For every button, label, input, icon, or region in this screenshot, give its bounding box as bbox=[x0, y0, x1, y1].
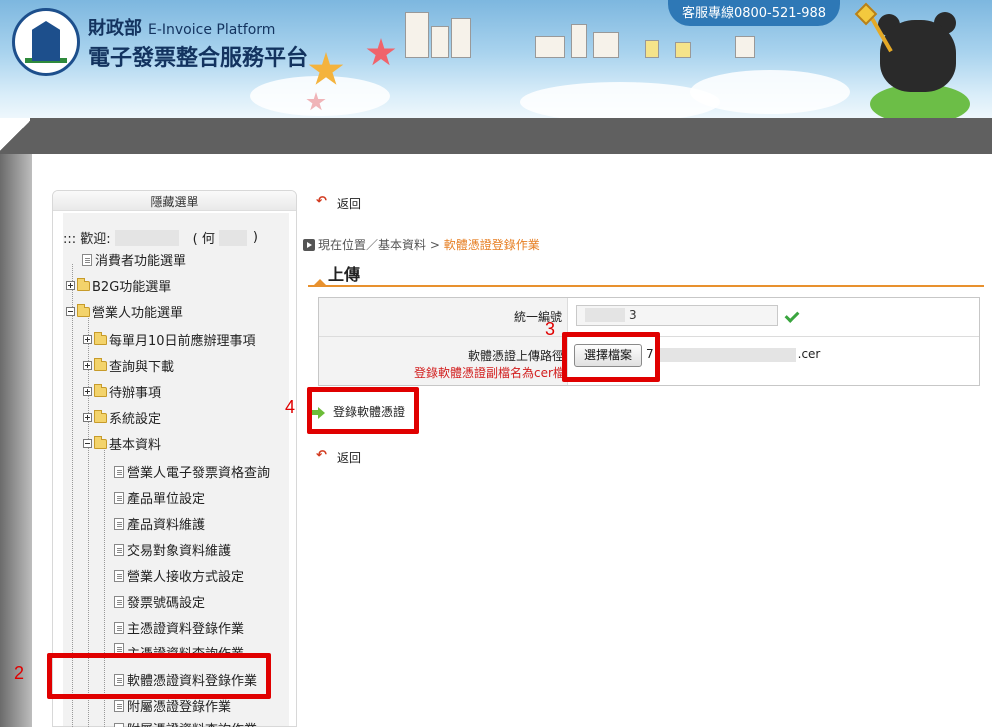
document-icon bbox=[114, 543, 124, 556]
document-icon bbox=[114, 465, 124, 478]
redacted-name bbox=[218, 229, 247, 246]
hotline-badge: 客服專線0800-521-988 bbox=[668, 0, 840, 26]
folder-open-icon bbox=[94, 435, 107, 449]
star-icon bbox=[366, 38, 396, 66]
annotation-number-2: 2 bbox=[14, 663, 25, 683]
back-link-top[interactable]: 返回 bbox=[316, 194, 361, 212]
menu-item-basic-data[interactable]: 基本資料 bbox=[83, 434, 161, 453]
document-icon bbox=[114, 699, 124, 712]
menu-item-receive-method[interactable]: 營業人接收方式設定 bbox=[114, 566, 244, 585]
redacted-name bbox=[114, 229, 179, 246]
folder-icon bbox=[94, 357, 107, 371]
document-icon bbox=[82, 253, 92, 266]
expand-icon[interactable] bbox=[83, 361, 92, 370]
left-edge-strip bbox=[0, 154, 32, 727]
menu-item-consumer[interactable]: 消費者功能選單 bbox=[82, 250, 186, 269]
ministry-seal-logo bbox=[12, 8, 80, 76]
collapse-icon[interactable] bbox=[66, 307, 75, 316]
cloud-decoration bbox=[520, 82, 720, 118]
menu-item-product-data[interactable]: 產品資料維護 bbox=[114, 514, 205, 533]
site-header: 財政部 E-Invoice Platform 電子發票整合服務平台 客服專線080… bbox=[0, 0, 992, 118]
menu-item-invoice-number[interactable]: 發票號碼設定 bbox=[114, 592, 205, 611]
menu-item-query-download[interactable]: 查詢與下載 bbox=[83, 356, 174, 375]
document-icon bbox=[114, 517, 124, 530]
section-title: 上傳 bbox=[328, 265, 361, 284]
redacted-filename bbox=[655, 347, 796, 362]
document-icon bbox=[114, 595, 124, 608]
welcome-text: ::: 歡迎: ( 何 ) bbox=[63, 229, 258, 247]
menu-item-system-settings[interactable]: 系統設定 bbox=[83, 408, 161, 427]
menu-item-einvoice-qualification[interactable]: 營業人電子發票資格查詢 bbox=[114, 462, 270, 481]
breadcrumb: 現在位置／基本資料 > 軟體憑證登錄作業 bbox=[303, 236, 540, 253]
folder-icon bbox=[77, 277, 90, 291]
breadcrumb-arrow-icon bbox=[303, 238, 315, 251]
document-icon bbox=[114, 569, 124, 582]
platform-title: 電子發票整合服務平台 bbox=[88, 46, 309, 71]
expand-icon[interactable] bbox=[83, 387, 92, 396]
breadcrumb-current: 軟體憑證登錄作業 bbox=[443, 238, 540, 252]
agency-title: 財政部 E-Invoice Platform bbox=[88, 18, 276, 39]
document-icon bbox=[114, 491, 124, 504]
cert-path-label: 軟體憑證上傳路徑 bbox=[468, 349, 565, 363]
menu-item-main-cert-register[interactable]: 主憑證資料登錄作業 bbox=[114, 618, 244, 637]
hide-menu-toggle[interactable]: 隱藏選單 bbox=[53, 191, 296, 211]
folder-open-icon bbox=[77, 303, 90, 317]
tax-id-field[interactable]: 3 bbox=[576, 305, 778, 326]
menu-item-sub-cert-query[interactable]: 附屬憑證資料查詢作業 bbox=[114, 719, 257, 727]
mascot-bear-illustration bbox=[854, 2, 972, 118]
selected-file-name: 7 .cer bbox=[646, 347, 821, 362]
valid-check-icon bbox=[786, 309, 800, 321]
annotation-number-3: 3 bbox=[545, 319, 556, 339]
expand-icon[interactable] bbox=[66, 281, 75, 290]
folder-icon bbox=[94, 383, 107, 397]
cloud-decoration bbox=[690, 70, 850, 114]
expand-icon[interactable] bbox=[83, 335, 92, 344]
menu-item-b2g[interactable]: B2G功能選單 bbox=[66, 276, 171, 295]
document-icon bbox=[114, 722, 124, 727]
menu-item-product-unit[interactable]: 產品單位設定 bbox=[114, 488, 205, 507]
back-arrow-icon bbox=[316, 194, 328, 209]
highlight-box-choose-file bbox=[562, 332, 660, 382]
expand-icon[interactable] bbox=[83, 413, 92, 422]
back-link-bottom[interactable]: 返回 bbox=[316, 448, 361, 466]
section-divider bbox=[308, 285, 984, 287]
folder-icon bbox=[94, 409, 107, 423]
menu-item-business[interactable]: 營業人功能選單 bbox=[66, 302, 183, 321]
highlight-box-sidebar-item bbox=[47, 653, 271, 699]
collapse-icon[interactable] bbox=[83, 439, 92, 448]
nav-band bbox=[0, 118, 992, 154]
folder-icon bbox=[94, 331, 107, 345]
cert-extension-hint: 登錄軟體憑證副檔名為cer檔 bbox=[414, 366, 565, 380]
back-arrow-icon bbox=[316, 448, 328, 463]
cloud-decoration bbox=[250, 76, 390, 116]
document-icon bbox=[114, 621, 124, 634]
menu-item-todo[interactable]: 待辦事項 bbox=[83, 382, 161, 401]
highlight-box-register bbox=[307, 387, 419, 434]
menu-item-trading-partner[interactable]: 交易對象資料維護 bbox=[114, 540, 231, 559]
redacted-tax-id bbox=[585, 308, 625, 322]
menu-item-monthly-tasks[interactable]: 每單月10日前應辦理事項 bbox=[83, 330, 256, 349]
annotation-number-4: 4 bbox=[285, 397, 296, 417]
